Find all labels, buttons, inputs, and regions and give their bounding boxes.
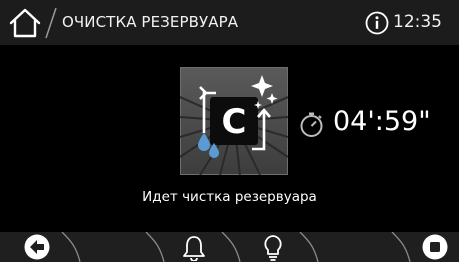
info-icon[interactable] bbox=[365, 11, 389, 35]
back-button[interactable] bbox=[22, 232, 62, 262]
back-icon bbox=[24, 234, 50, 260]
bell-icon bbox=[183, 236, 205, 261]
light-button[interactable] bbox=[260, 232, 288, 262]
stop-icon bbox=[422, 234, 448, 260]
stop-button[interactable] bbox=[420, 232, 454, 262]
stopwatch-icon bbox=[300, 112, 323, 137]
main-panel: C 04':59" Идет чистка резервуара bbox=[0, 45, 459, 232]
header-divider bbox=[45, 7, 57, 39]
remaining-time: 04':59" bbox=[333, 106, 431, 137]
footer-dividers bbox=[61, 232, 411, 262]
clock: 12:35 bbox=[393, 12, 442, 32]
page-title: ОЧИСТКА РЕЗЕРВУАРА bbox=[62, 13, 239, 31]
bell-button[interactable] bbox=[180, 232, 210, 262]
program-letter: C bbox=[222, 102, 247, 142]
status-message: Идет чистка резервуара bbox=[142, 189, 317, 205]
header-bar: ОЧИСТКА РЕЗЕРВУАРА 12:35 bbox=[0, 0, 459, 45]
footer-bar bbox=[0, 232, 459, 262]
tank-cleaning-icon: C bbox=[180, 67, 288, 175]
lightbulb-icon bbox=[264, 235, 282, 261]
home-icon[interactable] bbox=[9, 8, 41, 38]
